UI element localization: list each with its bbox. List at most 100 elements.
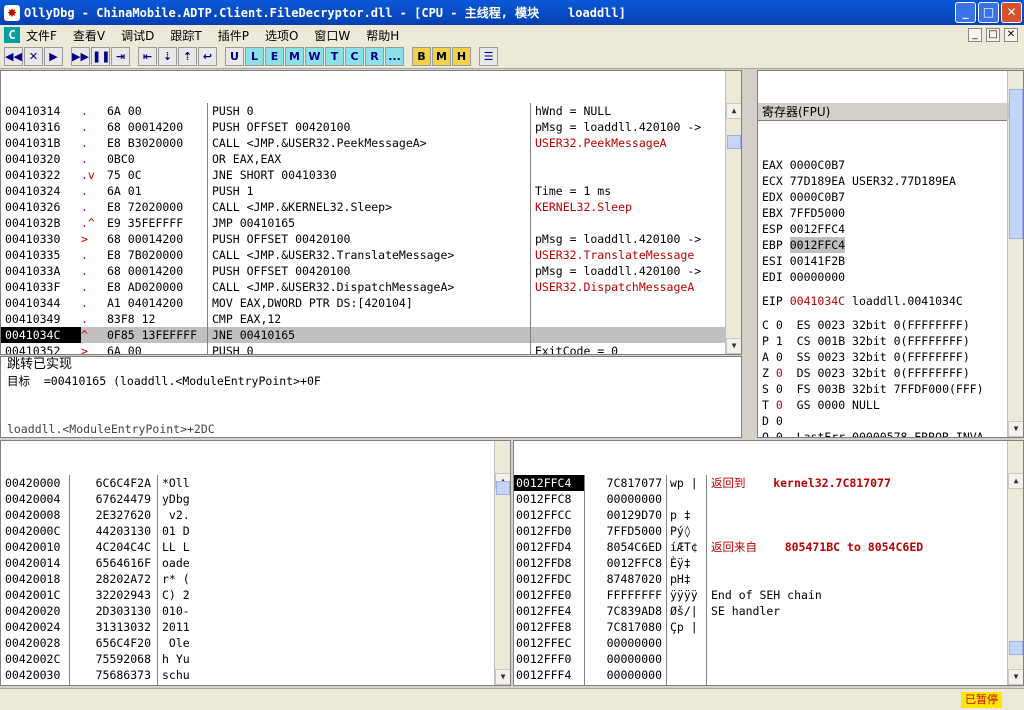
list-icon[interactable]: ☰ — [479, 47, 498, 66]
disasm-row[interactable]: 0041032B .^ E9 35FEFFFF JMP 00410165 — [1, 215, 741, 231]
pause-icon[interactable]: ⇥ — [111, 47, 130, 66]
stack-row[interactable]: 0012FFD8 0012FFC8 Èÿ‡ — [514, 555, 1023, 571]
menu-trace[interactable]: 跟踪T — [170, 27, 201, 44]
step-into-icon[interactable]: ⇤ — [138, 47, 157, 66]
stack-row[interactable]: 0012FFC4 7C817077 wp | 返回到 kernel32.7C81707… — [514, 475, 1023, 491]
dump-row[interactable]: 00420004 67624479 yDbg — [1, 491, 510, 507]
disasm-row[interactable]: 0041034C ^ 0F85 13FEFFFF JNE 00410165 — [1, 327, 741, 343]
disassembly-pane[interactable]: 00410314. 6A 00 PUSH 0 hWnd = NULL 00410316.… — [0, 70, 742, 355]
menu-plugins[interactable]: 插件P — [218, 27, 249, 44]
disasm-row[interactable]: 0041031B. E8 B3020000 CALL <JMP.&USER32.Pe… — [1, 135, 741, 151]
memory-breakpoints-button[interactable]: M — [432, 47, 451, 66]
registers-header[interactable]: 寄存器(FPU) — [758, 103, 1023, 121]
modules-window-button[interactable]: E — [265, 47, 284, 66]
step-over-icon[interactable]: ⇣ — [158, 47, 177, 66]
register-row[interactable]: EDI 00000000 — [758, 269, 1023, 285]
disassembly-scrollbar[interactable]: ▲ ▼ — [725, 71, 741, 354]
disasm-row[interactable]: 00410352 >6A 00 PUSH 0 ExitCode = 0 — [1, 343, 741, 354]
stack-row[interactable]: 0012FFF800410070p A loaddll.<ModuleEntryP… — [514, 683, 1023, 685]
scroll-down-arrow[interactable]: ▼ — [495, 669, 510, 685]
flag-row[interactable]: S 0 FS 003B 32bit 7FFDF000(FFF) — [758, 381, 1023, 397]
stack-row[interactable]: 0012FFE8 7C817080 Çp | — [514, 619, 1023, 635]
close-button[interactable]: ✕ — [1001, 2, 1022, 23]
eip-row[interactable]: EIP 0041034C loaddll.0041034C — [758, 293, 1023, 309]
scroll-thumb[interactable] — [1009, 641, 1023, 655]
dump-row[interactable]: 00420020 2D303130 010- — [1, 603, 510, 619]
restart-icon[interactable]: ✕ — [24, 47, 43, 66]
run-fast-icon[interactable]: ❚❚ — [91, 47, 110, 66]
disasm-row[interactable]: 00410349. 83F8 12 CMP EAX,12 — [1, 311, 741, 327]
dump-row[interactable]: 00420008 2E327620 v2. — [1, 507, 510, 523]
disasm-row[interactable]: 00410335. E8 7B020000 CALL <JMP.&USER32.Tr… — [1, 247, 741, 263]
register-row[interactable]: EAX 0000C0B7 — [758, 157, 1023, 173]
flag-row[interactable]: C 0 ES 0023 32bit 0(FFFFFFFF) — [758, 317, 1023, 333]
stack-row[interactable]: 0012FFE0 FFFFFFFF ÿÿÿÿ End of SEH chain — [514, 587, 1023, 603]
disasm-row[interactable]: 00410322 .v 75 0C JNE SHORT 00410330 — [1, 167, 741, 183]
flag-row[interactable]: T 0 GS 0000 NULL — [758, 397, 1023, 413]
disasm-row[interactable]: 00410320. 0BC0 OR EAX,EAX — [1, 151, 741, 167]
maximize-button[interactable]: □ — [978, 2, 999, 23]
scroll-up-arrow[interactable]: ▲ — [1008, 473, 1023, 489]
dump-row[interactable]: 0042001C 32202943 C) 2 — [1, 587, 510, 603]
flag-row[interactable]: P 1 CS 001B 32bit 0(FFFFFFFF) — [758, 333, 1023, 349]
registers-pane[interactable]: 寄存器(FPU) EAX 0000C0B7 ECX 77D189EA USER3… — [757, 70, 1024, 438]
scroll-down-arrow[interactable]: ▼ — [1008, 669, 1023, 685]
flag-row[interactable]: D 0 — [758, 413, 1023, 429]
disasm-row[interactable]: 0041033A. 68 00014200 PUSH OFFSET 00420100… — [1, 263, 741, 279]
execute-till-return-icon[interactable]: U — [225, 47, 244, 66]
dump-row[interactable]: 00420028 656C4F20 Ole — [1, 635, 510, 651]
stack-row[interactable]: 0012FFD0 7FFD5000 Pý◊ — [514, 523, 1023, 539]
register-row[interactable]: ECX 77D189EA USER32.77D189EA — [758, 173, 1023, 189]
register-row[interactable]: EBX 7FFD5000 — [758, 205, 1023, 221]
windows-window-button[interactable]: W — [305, 47, 324, 66]
stack-row[interactable]: 0012FFCC 00129D70 p ‡ — [514, 507, 1023, 523]
scroll-down-arrow[interactable]: ▼ — [726, 338, 741, 354]
disasm-row[interactable]: 00410344. A1 04014200 MOV EAX,DWORD PTR DS… — [1, 295, 741, 311]
stack-row[interactable]: 0012FFF0 00000000 — [514, 651, 1023, 667]
child-restore-button[interactable]: □ — [986, 28, 1000, 42]
trace-over-icon[interactable]: ↩ — [198, 47, 217, 66]
memory-dump-pane[interactable]: 00420000 6C6C4F2A *Oll 00420004 67624479 yDbg… — [0, 440, 511, 686]
disasm-row[interactable]: 00410330 >68 00014200 PUSH OFFSET 00420100… — [1, 231, 741, 247]
disasm-row[interactable]: 00410326. E8 72020000 CALL <JMP.&KERNEL32.… — [1, 199, 741, 215]
trace-into-icon[interactable]: ⇡ — [178, 47, 197, 66]
scroll-thumb[interactable] — [1009, 89, 1023, 239]
stack-scrollbar[interactable]: ▲ ▼ — [1007, 441, 1023, 685]
cpu-window-button[interactable]: C — [345, 47, 364, 66]
child-close-button[interactable]: ✕ — [1004, 28, 1018, 42]
disasm-row[interactable]: 0041033F. E8 AD020000 CALL <JMP.&USER32.Di… — [1, 279, 741, 295]
register-row[interactable]: EBP 0012FFC4 — [758, 237, 1023, 253]
menu-options[interactable]: 选项O — [265, 27, 298, 44]
disasm-row[interactable]: 00410316. 68 00014200 PUSH OFFSET 00420100… — [1, 119, 741, 135]
scroll-down-arrow[interactable]: ▼ — [1008, 421, 1023, 437]
menu-help[interactable]: 帮助H — [366, 27, 399, 44]
stack-row[interactable]: 0012FFD4 8054C6ED íÆT¢ 返回来自 805471BC to 805… — [514, 539, 1023, 555]
menu-file[interactable]: 文件F — [26, 27, 57, 44]
menu-view[interactable]: 查看V — [73, 27, 105, 44]
stack-row[interactable]: 0012FFF4 00000000 — [514, 667, 1023, 683]
stack-row[interactable]: 0012FFC8 00000000 — [514, 491, 1023, 507]
dump-row[interactable]: 00420010 4C204C4C LL L — [1, 539, 510, 555]
dump-row[interactable]: 004200340000006Bk — [1, 683, 510, 685]
threads-window-button[interactable]: T — [325, 47, 344, 66]
disasm-row[interactable]: 00410324. 6A 01 PUSH 1 Time = 1 ms — [1, 183, 741, 199]
stack-pane[interactable]: 0012FFC4 7C817077 wp | 返回到 kernel32.7C81707… — [513, 440, 1024, 686]
scroll-thumb[interactable] — [727, 135, 741, 149]
registers-scrollbar[interactable]: ▲ ▼ — [1007, 71, 1023, 437]
register-row[interactable]: ESI 00141F2B — [758, 253, 1023, 269]
memory-window-button[interactable]: M — [285, 47, 304, 66]
register-row[interactable]: ESP 0012FFC4 — [758, 221, 1023, 237]
stack-row[interactable]: 0012FFDC 87487020 pH‡ — [514, 571, 1023, 587]
menu-window[interactable]: 窗口W — [314, 27, 350, 44]
flag-row[interactable]: A 0 SS 0023 32bit 0(FFFFFFFF) — [758, 349, 1023, 365]
dump-row[interactable]: 00420024 31313032 2011 — [1, 619, 510, 635]
run-trace-window-button[interactable]: ... — [385, 47, 404, 66]
dump-scrollbar[interactable]: ▲ ▼ — [494, 441, 510, 685]
log-window-button[interactable]: L — [245, 47, 264, 66]
stop-icon[interactable]: ▶ — [44, 47, 63, 66]
register-row[interactable]: EDX 0000C0B7 — [758, 189, 1023, 205]
hardware-breakpoints-button[interactable]: H — [452, 47, 471, 66]
scroll-up-arrow[interactable]: ▲ — [726, 103, 741, 119]
menu-debug[interactable]: 调试D — [121, 27, 154, 44]
dump-row[interactable]: 0042002C 75592068 h Yu — [1, 651, 510, 667]
